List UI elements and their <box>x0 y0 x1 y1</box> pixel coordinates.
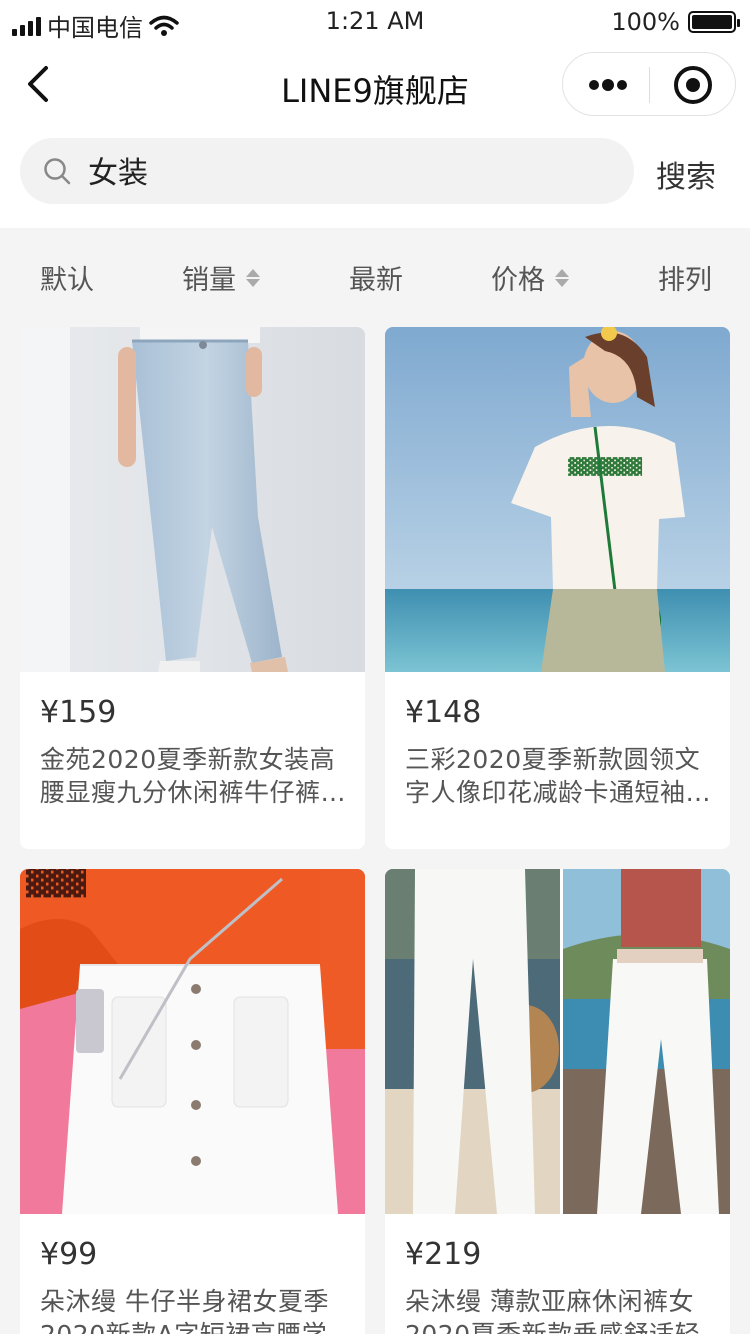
product-price: ¥148 <box>405 695 482 730</box>
product-card[interactable]: ¥219 朵沐缦 薄款亚麻休闲裤女2020夏季新款垂感舒适轻 <box>385 869 730 1334</box>
sort-newest-label: 最新 <box>349 265 403 296</box>
search-row: 搜索 <box>0 128 750 228</box>
product-card[interactable]: ▓▓▓ ¥99 朵沐缦 牛仔半身裙女夏季2020新款A字短裙高腰学 <box>20 869 365 1334</box>
status-bar: 中国电信 1:21 AM 100% <box>0 0 750 44</box>
product-card[interactable]: ▓▓▓▓▓▓ ¥148 三彩2020夏季新款圆领文字人像印花减龄卡通短袖直… <box>385 327 730 849</box>
nav-bar: LINE9旗舰店 <box>0 44 750 128</box>
tshirt-print: ▓▓▓▓▓▓ <box>568 457 643 476</box>
product-image[interactable]: ▓▓▓▓▓▓ <box>385 327 730 672</box>
sort-sales[interactable]: 销量 <box>182 258 260 297</box>
sort-newest[interactable]: 最新 <box>349 258 403 297</box>
sort-default[interactable]: 默认 <box>40 258 94 297</box>
layout-toggle-label: 排列 <box>658 265 712 296</box>
more-icon[interactable] <box>589 75 627 95</box>
product-card[interactable]: ¥159 金苑2020夏季新款女装高腰显瘦九分休闲裤牛仔裤女 … <box>20 327 365 849</box>
product-title: 朵沐缦 牛仔半身裙女夏季2020新款A字短裙高腰学 <box>40 1287 329 1334</box>
layout-toggle[interactable]: 排列 <box>658 258 712 297</box>
sort-toggle-icon <box>246 268 260 287</box>
product-price: ¥159 <box>40 695 117 730</box>
sort-sales-label: 销量 <box>182 265 236 296</box>
product-price: ¥99 <box>40 1237 98 1272</box>
sort-toggle-icon <box>555 268 569 287</box>
product-title: 朵沐缦 薄款亚麻休闲裤女2020夏季新款垂感舒适轻 <box>405 1287 700 1334</box>
shirt-print: ▓▓▓ <box>26 869 86 898</box>
close-mini-program-icon[interactable] <box>673 65 713 105</box>
sort-default-label: 默认 <box>40 265 94 296</box>
search-icon <box>44 158 71 185</box>
product-price: ¥219 <box>405 1237 482 1272</box>
mini-program-capsule <box>562 52 736 116</box>
sort-price[interactable]: 价格 <box>491 258 569 297</box>
product-image[interactable] <box>385 869 730 1214</box>
battery-icon <box>688 11 740 33</box>
sort-bar: 默认 销量 最新 价格 排列 <box>0 236 750 316</box>
search-input[interactable] <box>88 152 608 187</box>
battery-percent: 100% <box>611 8 680 36</box>
capsule-divider <box>649 67 650 103</box>
sort-price-label: 价格 <box>491 265 545 296</box>
product-image[interactable] <box>20 327 365 672</box>
product-title: 金苑2020夏季新款女装高腰显瘦九分休闲裤牛仔裤女 … <box>40 745 347 807</box>
product-title: 三彩2020夏季新款圆领文字人像印花减龄卡通短袖直… <box>405 745 701 807</box>
search-button[interactable]: 搜索 <box>656 152 716 196</box>
product-image[interactable]: ▓▓▓ <box>20 869 365 1214</box>
search-box[interactable] <box>20 138 634 204</box>
